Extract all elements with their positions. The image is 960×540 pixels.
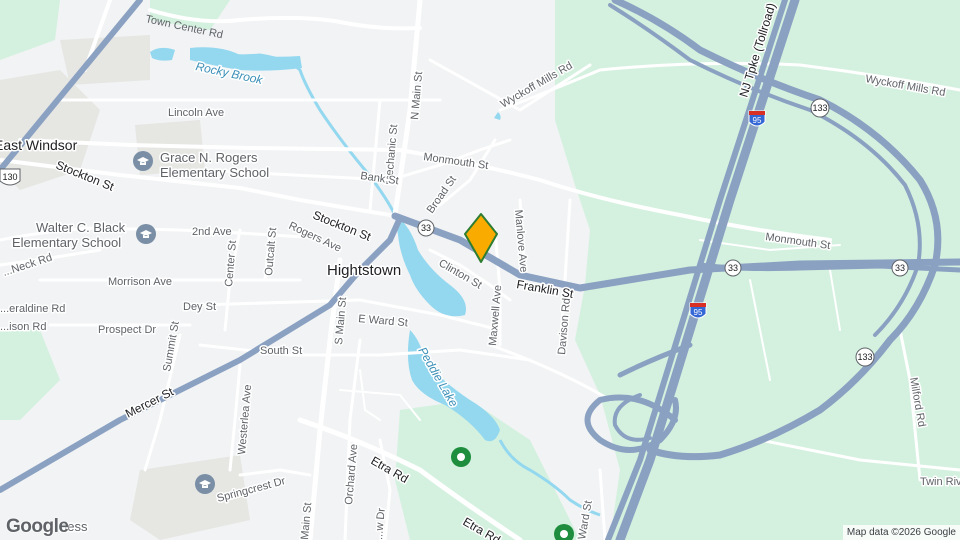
route-33-shield: 33 [417, 219, 435, 237]
label-2nd-ave: 2nd Ave [192, 226, 232, 238]
label-morrison-ave: Morrison Ave [108, 276, 172, 288]
park-pin-icon[interactable] [451, 447, 471, 467]
svg-text:133: 133 [812, 103, 827, 113]
label-walter-school-line1: Walter C. Black [36, 220, 126, 235]
interstate-95-shield: 95 [748, 110, 766, 127]
label-south-st: South St [260, 345, 302, 357]
svg-text:33: 33 [728, 263, 738, 273]
svg-text:133: 133 [857, 352, 872, 362]
route-133-shield: 133 [855, 347, 875, 367]
map-graphics: Town Center Rd Rocky Brook N Main St Mec… [0, 0, 960, 540]
school-icon[interactable] [133, 151, 153, 171]
svg-text:130: 130 [2, 172, 17, 182]
label-hightstown: Hightstown [327, 262, 401, 279]
school-icon[interactable] [136, 224, 156, 244]
label-walter-school-line2: Elementary School [12, 235, 121, 250]
interstate-95-shield: 95 [689, 302, 707, 319]
label-geraldine-rd: ...eraldine Rd [0, 303, 65, 315]
google-logo[interactable]: Google [6, 516, 69, 538]
label-grace-school-line1: Grace N. Rogers [160, 150, 258, 165]
svg-text:95: 95 [753, 116, 762, 125]
map-canvas[interactable]: Town Center Rd Rocky Brook N Main St Mec… [0, 0, 960, 540]
label-east-windsor: East Windsor [0, 137, 78, 153]
route-33-shield: 33 [891, 259, 909, 277]
label-dey-st: Dey St [183, 301, 216, 313]
label-twin-rivers: Twin Rive... [920, 476, 960, 488]
school-icon[interactable] [195, 474, 215, 494]
svg-text:33: 33 [421, 223, 431, 233]
route-133-shield: 133 [810, 98, 830, 118]
us-130-shield: 130 [0, 168, 21, 186]
label-edison-rd: ...ison Rd [0, 321, 46, 333]
route-33-shield: 33 [724, 259, 742, 277]
svg-text:95: 95 [694, 308, 703, 317]
label-lincoln-ave: Lincoln Ave [168, 107, 224, 119]
svg-text:33: 33 [895, 263, 905, 273]
label-grace-school-line2: Elementary School [160, 165, 269, 180]
map-attribution[interactable]: Map data ©2026 Google [842, 525, 960, 540]
label-prospect-dr: Prospect Dr [98, 324, 156, 336]
